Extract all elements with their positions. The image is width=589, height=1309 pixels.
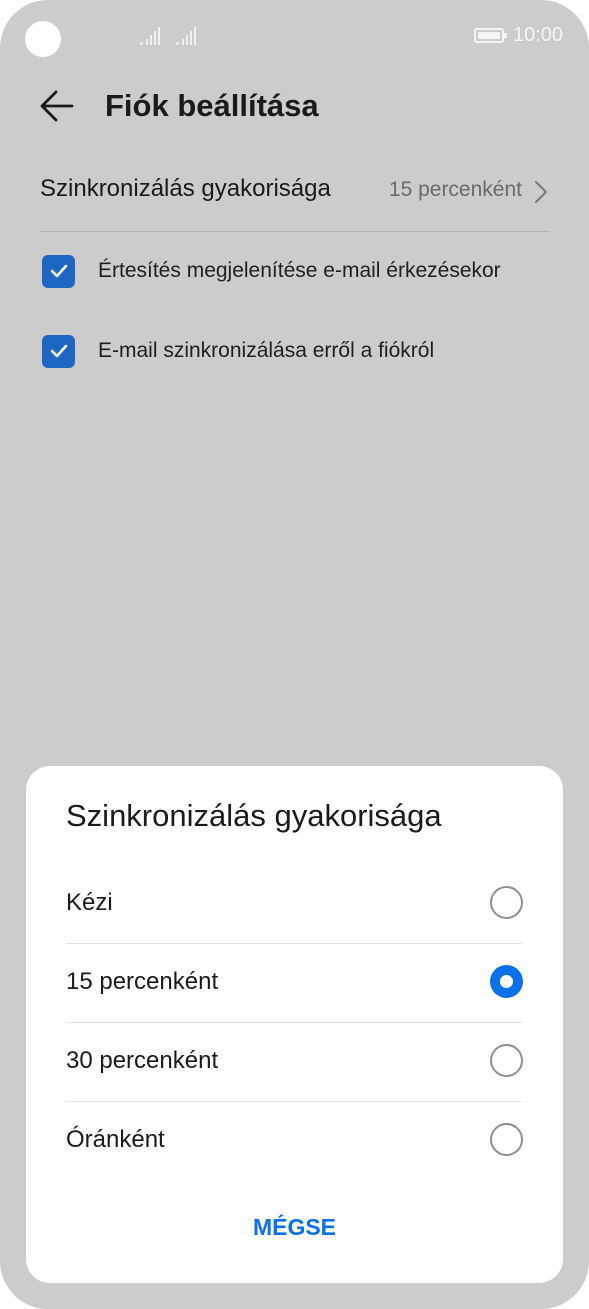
option-label: 30 percenként (66, 1047, 219, 1074)
checkmark-icon (50, 344, 67, 358)
notification-checkbox-label: Értesítés megjelenítése e-mail érkezések… (98, 259, 501, 282)
radio-button[interactable] (490, 1044, 523, 1077)
radio-button-selected[interactable] (490, 965, 523, 998)
sync-email-checkbox-label: E-mail szinkronizálása erről a fiókról (98, 339, 435, 362)
option-label: Kézi (66, 889, 113, 916)
battery-icon (474, 28, 507, 43)
notification-checkbox[interactable] (42, 254, 75, 288)
chevron-right-icon (535, 181, 547, 203)
sync-frequency-label: Szinkronizálás gyakorisága (40, 175, 331, 202)
option-15-minutes[interactable]: 15 percenként (66, 943, 523, 1023)
phone-screen: 10:00 Fiók beállítása Szinkronizálás gya… (0, 0, 589, 1309)
signal-icon (176, 27, 196, 45)
option-30-minutes[interactable]: 30 percenként (66, 1022, 523, 1102)
notification-checkbox-row[interactable]: Értesítés megjelenítése e-mail érkezések… (42, 254, 501, 288)
sync-email-checkbox[interactable] (42, 334, 75, 368)
dialog-title: Szinkronizálás gyakorisága (66, 798, 442, 833)
option-label: 15 percenként (66, 968, 219, 995)
page-title: Fiók beállítása (105, 88, 319, 123)
option-label: Óránként (66, 1126, 165, 1153)
status-bar: 10:00 (0, 0, 589, 76)
arrow-left-icon (40, 90, 74, 122)
radio-button[interactable] (490, 886, 523, 919)
sync-email-checkbox-row[interactable]: E-mail szinkronizálása erről a fiókról (42, 334, 434, 368)
radio-button[interactable] (490, 1123, 523, 1156)
sync-frequency-value: 15 percenként (388, 178, 522, 201)
status-time: 10:00 (513, 24, 564, 46)
option-hourly[interactable]: Óránként (66, 1101, 523, 1180)
sync-frequency-row[interactable]: Szinkronizálás gyakorisága 15 percenként (40, 165, 550, 232)
camera-cutout (25, 21, 61, 57)
checkmark-icon (50, 264, 67, 278)
option-manual[interactable]: Kézi (66, 864, 523, 944)
cancel-button[interactable]: MÉGSE (26, 1214, 563, 1241)
back-button[interactable] (36, 84, 80, 128)
signal-icon (140, 27, 160, 45)
sync-frequency-dialog: Szinkronizálás gyakorisága Kézi 15 perce… (26, 766, 563, 1283)
